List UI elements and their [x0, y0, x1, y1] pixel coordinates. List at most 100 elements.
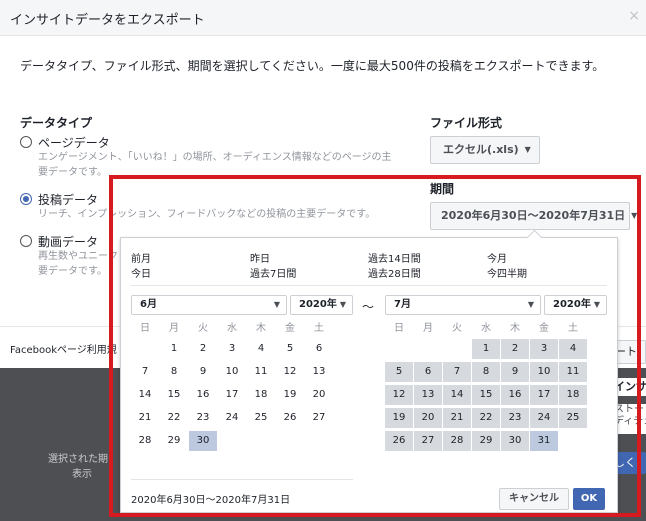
calendar-day[interactable]: 24	[530, 408, 558, 428]
calendar-day[interactable]: 19	[276, 385, 304, 405]
file-format-dropdown[interactable]: エクセル(.xls) ▼	[430, 136, 540, 164]
preset-last-7-days[interactable]: 過去7日間	[250, 265, 296, 280]
radio-button[interactable]	[20, 136, 32, 148]
calendar-day[interactable]: 31	[530, 431, 558, 451]
calendar-day[interactable]: 23	[501, 408, 529, 428]
preset-yesterday[interactable]: 昨日	[250, 250, 270, 265]
calendar-day[interactable]: 2	[189, 339, 217, 359]
calendar-day[interactable]: 17	[218, 385, 246, 405]
calendar-day[interactable]: 7	[131, 362, 159, 382]
cancel-button[interactable]: キャンセル	[499, 488, 569, 510]
calendar-day[interactable]: 18	[247, 385, 275, 405]
calendar-day[interactable]: 12	[385, 385, 413, 405]
calendar-day[interactable]: 17	[530, 385, 558, 405]
calendar-day[interactable]: 25	[559, 408, 587, 428]
calendar-day[interactable]: 21	[443, 408, 471, 428]
preset-this-quarter[interactable]: 今四半期	[487, 265, 527, 280]
calendar-day[interactable]: 7	[443, 362, 471, 382]
calendar-day[interactable]: 2	[501, 339, 529, 359]
radio-description-line: 要データです。	[38, 167, 107, 178]
close-icon[interactable]: ×	[628, 8, 640, 24]
weekday-header: 金	[285, 323, 295, 334]
left-month-select[interactable]: 6月 ▼	[131, 295, 287, 315]
calendar-day[interactable]: 23	[189, 408, 217, 428]
calendar-day[interactable]: 29	[160, 431, 188, 451]
weekday-header: 月	[423, 323, 433, 334]
calendar-day[interactable]: 20	[414, 408, 442, 428]
calendar-day[interactable]: 11	[247, 362, 275, 382]
calendar-day[interactable]: 11	[559, 362, 587, 382]
period-dropdown[interactable]: 2020年6月30日～2020年7月31日 ▼	[430, 202, 637, 230]
calendar-day[interactable]: 5	[276, 339, 304, 359]
calendar-day[interactable]: 9	[189, 362, 217, 382]
radio-button-checked[interactable]	[20, 193, 32, 205]
calendar-day[interactable]: 26	[385, 431, 413, 451]
calendar-day[interactable]: 28	[443, 431, 471, 451]
file-format-value: エクセル(.xls)	[443, 143, 519, 156]
calendar-day[interactable]: 5	[385, 362, 413, 382]
calendar-day[interactable]: 14	[131, 385, 159, 405]
period-heading: 期間	[430, 182, 455, 196]
calendar-day[interactable]: 3	[218, 339, 246, 359]
calendar-day[interactable]: 24	[218, 408, 246, 428]
calendar-day[interactable]: 20	[305, 385, 333, 405]
selected-range-text: 2020年6月30日～2020年7月31日	[131, 495, 291, 506]
calendar-day[interactable]: 30	[501, 431, 529, 451]
radio-description-line: リーチ、インプレッション、フィードバックなどの投稿の主要データです。	[38, 209, 376, 220]
calendar-day[interactable]: 1	[472, 339, 500, 359]
calendar-day[interactable]: 14	[443, 385, 471, 405]
background-text-line: 表示	[72, 469, 92, 480]
calendar-day[interactable]: 12	[276, 362, 304, 382]
radio-description-line: エンゲージメント、「いいね！」の場所、オーディエンス情報などのページの主	[38, 152, 392, 163]
calendar-day[interactable]: 9	[501, 362, 529, 382]
calendar-day[interactable]: 6	[305, 339, 333, 359]
calendar-day[interactable]: 16	[501, 385, 529, 405]
radio-button[interactable]	[20, 235, 32, 247]
calendar-day[interactable]: 4	[247, 339, 275, 359]
calendar-day[interactable]: 27	[305, 408, 333, 428]
calendar-day[interactable]: 22	[160, 408, 188, 428]
calendar-day[interactable]: 25	[247, 408, 275, 428]
calendar-day[interactable]: 15	[160, 385, 188, 405]
calendar-day[interactable]: 22	[472, 408, 500, 428]
calendar-day[interactable]: 21	[131, 408, 159, 428]
calendar-day[interactable]: 15	[472, 385, 500, 405]
weekday-header: 日	[394, 323, 404, 334]
calendar-day[interactable]: 28	[131, 431, 159, 451]
terms-link[interactable]: Facebookページ利用規	[10, 341, 117, 356]
preset-this-month[interactable]: 今月	[487, 250, 507, 265]
weekday-header: 土	[568, 323, 578, 334]
weekday-header: 木	[510, 323, 520, 334]
calendar-day[interactable]: 4	[559, 339, 587, 359]
preset-today[interactable]: 今日	[131, 265, 151, 280]
calendar-day[interactable]: 29	[472, 431, 500, 451]
right-year-select[interactable]: 2020年 ▼	[544, 295, 607, 315]
weekday-header: 火	[198, 323, 208, 334]
preset-last-month[interactable]: 前月	[131, 250, 151, 265]
left-year-value: 2020年	[299, 299, 337, 310]
preset-last-28-days[interactable]: 過去28日間	[368, 265, 421, 280]
calendar-day[interactable]: 18	[559, 385, 587, 405]
calendar-day[interactable]: 10	[530, 362, 558, 382]
calendar-day[interactable]: 27	[414, 431, 442, 451]
calendar-day[interactable]: 26	[276, 408, 304, 428]
right-month-value: 7月	[394, 299, 411, 310]
radio-label: ページデータ	[38, 136, 110, 150]
right-month-select[interactable]: 7月 ▼	[385, 295, 541, 315]
calendar-day[interactable]: 1	[160, 339, 188, 359]
chevron-down-icon: ▼	[339, 300, 346, 309]
calendar-day[interactable]: 8	[160, 362, 188, 382]
calendar-day[interactable]: 6	[414, 362, 442, 382]
preset-last-14-days[interactable]: 過去14日間	[368, 250, 421, 265]
calendar-day[interactable]: 19	[385, 408, 413, 428]
calendar-day[interactable]: 13	[305, 362, 333, 382]
ok-button[interactable]: OK	[573, 488, 605, 510]
calendar-day[interactable]: 30	[189, 431, 217, 451]
calendar-day[interactable]: 3	[530, 339, 558, 359]
calendar-day[interactable]: 13	[414, 385, 442, 405]
calendar-day[interactable]: 10	[218, 362, 246, 382]
calendar-day[interactable]: 8	[472, 362, 500, 382]
left-year-select[interactable]: 2020年 ▼	[290, 295, 353, 315]
background-panel-line: ディチェ	[614, 416, 646, 427]
calendar-day[interactable]: 16	[189, 385, 217, 405]
